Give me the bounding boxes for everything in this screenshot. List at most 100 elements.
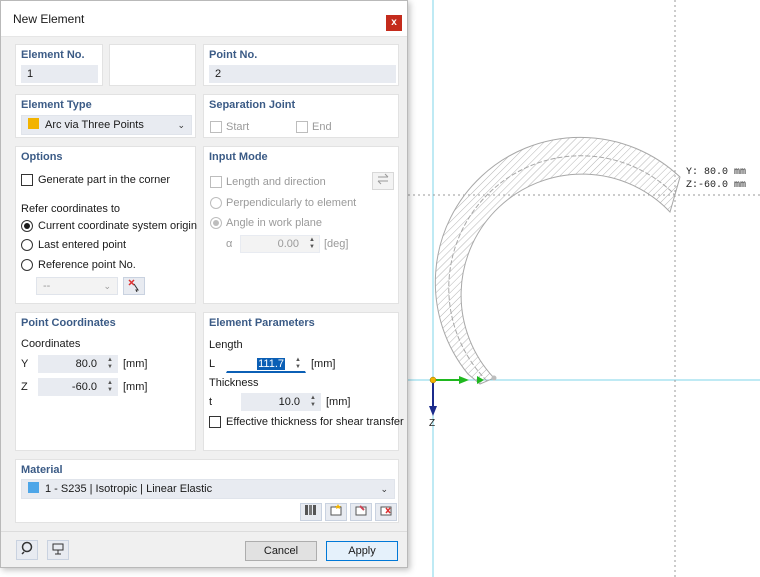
y-coordinate-input[interactable]: 80.0 ▲ ▼ bbox=[38, 355, 118, 373]
radio-perpendicular[interactable] bbox=[210, 197, 222, 209]
length-direction-checkbox[interactable] bbox=[210, 176, 222, 188]
z-axis-arrow-icon bbox=[429, 406, 437, 416]
new-material-icon[interactable] bbox=[325, 503, 347, 521]
radio-perpendicular-label: Perpendicularly to element bbox=[226, 197, 357, 209]
alpha-value: 0.00 bbox=[277, 238, 299, 250]
input-mode-label: Input Mode bbox=[209, 151, 268, 163]
spinner-icon[interactable]: ▲ ▼ bbox=[106, 357, 114, 371]
new-element-dialog: New Element x Element No. 1 Point No. 2 … bbox=[0, 0, 408, 568]
search-help-icon[interactable] bbox=[16, 540, 38, 560]
point-coordinates-label: Point Coordinates bbox=[21, 317, 116, 329]
element-no-field[interactable]: 1 bbox=[21, 65, 98, 83]
z-coordinate-label: Z bbox=[21, 381, 28, 393]
spinner-icon[interactable]: ▲ ▼ bbox=[106, 380, 114, 394]
radio-angle-work-plane[interactable] bbox=[210, 217, 222, 229]
thickness-label: Thickness bbox=[209, 377, 259, 389]
element-type-dropdown[interactable]: Arc via Three Points ⌄ bbox=[21, 115, 192, 135]
alpha-symbol: α bbox=[226, 238, 233, 250]
y-coordinate-value: 80.0 bbox=[75, 358, 97, 370]
length-unit: [mm] bbox=[311, 358, 336, 370]
footer-separator bbox=[1, 531, 407, 532]
length-value: 111.7 bbox=[257, 358, 285, 370]
coordinates-label: Coordinates bbox=[21, 338, 81, 350]
separation-joint-label: Separation Joint bbox=[209, 99, 296, 111]
reference-point-dropdown[interactable]: -- ⌄ bbox=[36, 277, 118, 295]
chevron-down-icon: ⌄ bbox=[103, 281, 111, 291]
z-axis-label: Z bbox=[429, 418, 436, 429]
dialog-titlebar[interactable]: New Element x bbox=[1, 1, 407, 37]
options-label: Options bbox=[21, 151, 63, 163]
close-icon[interactable]: x bbox=[386, 15, 402, 31]
thickness-input[interactable]: 10.0 ▲ ▼ bbox=[241, 393, 321, 411]
view-settings-icon[interactable] bbox=[47, 540, 69, 560]
material-library-icon[interactable] bbox=[300, 503, 322, 521]
material-label: Material bbox=[21, 464, 63, 476]
radio-current-origin[interactable] bbox=[21, 220, 33, 232]
generate-part-label: Generate part in the corner bbox=[38, 174, 171, 186]
thickness-value: 10.0 bbox=[278, 396, 300, 408]
radio-last-entered-label: Last entered point bbox=[38, 239, 127, 251]
spinner-icon[interactable]: ▲ ▼ bbox=[309, 395, 317, 409]
radio-reference-point[interactable] bbox=[21, 259, 33, 271]
end-checkbox[interactable] bbox=[296, 121, 308, 133]
refer-coordinates-label: Refer coordinates to bbox=[21, 203, 121, 215]
radio-angle-work-plane-label: Angle in work plane bbox=[226, 217, 323, 229]
point-no-field[interactable]: 2 bbox=[209, 65, 396, 83]
alpha-unit: [deg] bbox=[324, 238, 349, 250]
start-checkbox[interactable] bbox=[210, 121, 222, 133]
element-type-panel: Element Type Arc via Three Points ⌄ bbox=[15, 94, 196, 138]
material-color-swatch bbox=[28, 482, 39, 493]
delete-material-icon[interactable] bbox=[375, 503, 397, 521]
swap-direction-icon[interactable] bbox=[372, 172, 394, 190]
reference-point-value: -- bbox=[43, 280, 51, 292]
radio-last-entered[interactable] bbox=[21, 239, 33, 251]
point-no-panel: Point No. 2 bbox=[203, 44, 399, 86]
start-label: Start bbox=[226, 121, 250, 133]
thickness-symbol: t bbox=[209, 396, 213, 408]
length-label: Length bbox=[209, 339, 243, 351]
generate-part-checkbox[interactable] bbox=[21, 174, 33, 186]
material-panel: Material 1 - S235 | Isotropic | Linear E… bbox=[15, 459, 399, 523]
radio-current-origin-label: Current coordinate system origin bbox=[38, 220, 197, 232]
dialog-title: New Element bbox=[13, 11, 85, 26]
z-coordinate-input[interactable]: -60.0 ▲ ▼ bbox=[38, 378, 118, 396]
element-type-color-swatch bbox=[28, 118, 39, 129]
coordinate-readout: Y: 80.0 mm Z:-60.0 mm bbox=[686, 166, 746, 192]
end-label: End bbox=[312, 121, 332, 133]
radio-reference-point-label: Reference point No. bbox=[38, 259, 136, 271]
element-type-label: Element Type bbox=[21, 99, 92, 111]
cancel-button[interactable]: Cancel bbox=[245, 541, 317, 561]
y-coordinate-label: Y bbox=[21, 358, 29, 370]
material-dropdown[interactable]: 1 - S235 | Isotropic | Linear Elastic ⌄ bbox=[21, 479, 395, 499]
length-direction-label: Length and direction bbox=[226, 176, 326, 188]
y-axis-arrow-icon bbox=[459, 376, 469, 384]
element-parameters-panel: Element Parameters Length L 111.7 ▲ ▼ [mm… bbox=[203, 312, 404, 451]
separation-joint-panel: Separation Joint Start End bbox=[203, 94, 399, 138]
z-coordinate-unit: [mm] bbox=[123, 381, 148, 393]
effective-thickness-label: Effective thickness for shear transfer bbox=[226, 416, 404, 428]
coord-readout-z: Z:-60.0 mm bbox=[686, 180, 747, 191]
thickness-unit: [mm] bbox=[326, 396, 351, 408]
arc-element-shape bbox=[434, 136, 681, 385]
spinner-icon[interactable]: ▲ ▼ bbox=[308, 237, 316, 251]
alpha-input[interactable]: 0.00 ▲ ▼ bbox=[240, 235, 320, 253]
chevron-down-icon: ⌄ bbox=[380, 484, 388, 494]
y-coordinate-unit: [mm] bbox=[123, 358, 148, 370]
material-value: 1 - S235 | Isotropic | Linear Elastic bbox=[45, 483, 213, 495]
element-parameters-label: Element Parameters bbox=[209, 317, 315, 329]
point-no-label: Point No. bbox=[209, 49, 258, 61]
element-no-label: Element No. bbox=[21, 49, 85, 61]
pick-point-icon[interactable] bbox=[123, 277, 145, 295]
length-input[interactable]: 111.7 ▲ ▼ bbox=[226, 355, 306, 373]
element-type-value: Arc via Three Points bbox=[45, 119, 144, 131]
length-symbol: L bbox=[209, 358, 216, 370]
options-panel: Options Generate part in the corner Refe… bbox=[15, 146, 197, 304]
edit-material-icon[interactable] bbox=[350, 503, 372, 521]
input-mode-panel: Input Mode Length and direction Perpendi… bbox=[203, 146, 399, 304]
spinner-icon[interactable]: ▲ ▼ bbox=[294, 357, 302, 371]
effective-thickness-checkbox[interactable] bbox=[209, 416, 221, 428]
apply-button[interactable]: Apply bbox=[326, 541, 398, 561]
empty-panel bbox=[109, 44, 196, 86]
point-coordinates-panel: Point Coordinates Coordinates Y 80.0 ▲ ▼ … bbox=[15, 312, 196, 451]
chevron-down-icon: ⌄ bbox=[177, 120, 185, 130]
